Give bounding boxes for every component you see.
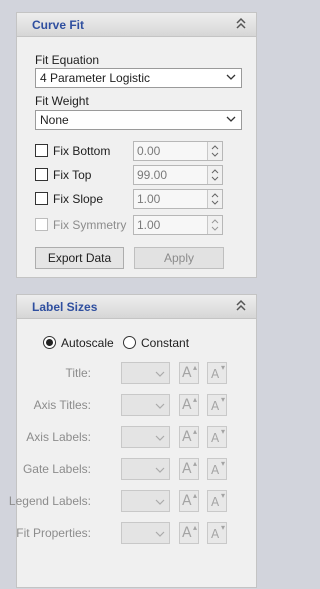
arrow-down-icon: ▾ bbox=[220, 491, 225, 500]
fix-top-label: Fix Top bbox=[53, 168, 92, 182]
font-increase-icon: A bbox=[182, 397, 192, 413]
constant-label: Constant bbox=[141, 336, 190, 350]
arrow-down-icon: ▾ bbox=[220, 459, 225, 468]
label-size-row-label: Title: bbox=[65, 366, 91, 380]
label-size-row-label: Legend Labels: bbox=[8, 494, 91, 508]
font-decrease-icon: A bbox=[211, 367, 220, 381]
font-increase-icon: A bbox=[182, 365, 192, 381]
label-sizes-panel: Label Sizes Autoscale Constant Title: A ▴ A… bbox=[9, 294, 257, 588]
export-data-button[interactable]: Export Data bbox=[35, 247, 124, 269]
increase-font-button[interactable]: A ▴ bbox=[179, 458, 199, 480]
curve-fit-panel: Curve Fit Fit Equation 4 Parameter Logis… bbox=[16, 12, 257, 278]
fix-slope-input[interactable]: 1.00 bbox=[133, 189, 223, 209]
arrow-up-icon: ▴ bbox=[192, 395, 197, 404]
chevron-down-icon bbox=[155, 467, 165, 473]
fix-bottom-label: Fix Bottom bbox=[53, 144, 111, 158]
arrow-down-icon: ▾ bbox=[220, 363, 225, 372]
chevron-down-icon bbox=[226, 116, 236, 122]
label-size-combo[interactable] bbox=[121, 522, 170, 544]
font-decrease-icon: A bbox=[211, 431, 220, 445]
chevron-down-icon bbox=[155, 499, 165, 505]
apply-button[interactable]: Apply bbox=[134, 247, 224, 269]
label-size-combo[interactable] bbox=[121, 426, 170, 448]
fit-equation-label: Fit Equation bbox=[35, 53, 100, 67]
font-decrease-icon: A bbox=[211, 495, 220, 509]
decrease-font-button[interactable]: A ▾ bbox=[207, 362, 227, 384]
decrease-font-button[interactable]: A ▾ bbox=[207, 522, 227, 544]
chevron-down-icon bbox=[155, 403, 165, 409]
label-sizes-title: Label Sizes bbox=[32, 300, 98, 314]
arrow-up-icon: ▴ bbox=[192, 491, 197, 500]
fix-top-input[interactable]: 99.00 bbox=[133, 165, 223, 185]
fit-equation-select[interactable]: 4 Parameter Logistic bbox=[35, 68, 242, 88]
label-size-row-label: Axis Titles: bbox=[33, 398, 91, 412]
fix-slope-label: Fix Slope bbox=[53, 192, 104, 206]
label-size-combo[interactable] bbox=[121, 490, 170, 512]
decrease-font-button[interactable]: A ▾ bbox=[207, 394, 227, 416]
fix-top-checkbox[interactable] bbox=[35, 168, 48, 181]
label-size-combo[interactable] bbox=[121, 394, 170, 416]
collapse-icon[interactable] bbox=[235, 299, 247, 313]
fit-weight-select[interactable]: None bbox=[35, 110, 242, 130]
decrease-font-button[interactable]: A ▾ bbox=[207, 490, 227, 512]
increase-font-button[interactable]: A ▴ bbox=[179, 490, 199, 512]
label-size-combo[interactable] bbox=[121, 458, 170, 480]
chevron-down-icon bbox=[226, 74, 236, 80]
font-decrease-icon: A bbox=[211, 527, 220, 541]
label-size-row-label: Gate Labels: bbox=[22, 462, 91, 476]
fix-bottom-input[interactable]: 0.00 bbox=[133, 141, 223, 161]
font-increase-icon: A bbox=[182, 461, 192, 477]
font-increase-icon: A bbox=[182, 525, 192, 541]
increase-font-button[interactable]: A ▴ bbox=[179, 426, 199, 448]
curve-fit-title: Curve Fit bbox=[32, 18, 85, 32]
fix-symmetry-input[interactable]: 1.00 bbox=[133, 215, 223, 235]
font-increase-icon: A bbox=[182, 493, 192, 509]
constant-radio[interactable] bbox=[123, 336, 136, 349]
spin-buttons[interactable] bbox=[207, 190, 222, 208]
fix-symmetry-label: Fix Symmetry bbox=[53, 218, 127, 232]
increase-font-button[interactable]: A ▴ bbox=[179, 362, 199, 384]
curve-fit-header[interactable]: Curve Fit bbox=[17, 13, 256, 37]
increase-font-button[interactable]: A ▴ bbox=[179, 522, 199, 544]
arrow-down-icon: ▾ bbox=[220, 427, 225, 436]
chevron-down-icon bbox=[155, 531, 165, 537]
fix-slope-checkbox[interactable] bbox=[35, 192, 48, 205]
chevron-down-icon bbox=[155, 371, 165, 377]
label-size-row-label: Fit Properties: bbox=[16, 526, 91, 540]
fix-bottom-checkbox[interactable] bbox=[35, 144, 48, 157]
fix-symmetry-checkbox[interactable] bbox=[35, 218, 48, 231]
autoscale-radio[interactable] bbox=[43, 336, 56, 349]
fit-weight-label: Fit Weight bbox=[35, 94, 89, 108]
chevron-down-icon bbox=[155, 435, 165, 441]
label-size-row-label: Axis Labels: bbox=[26, 430, 91, 444]
arrow-up-icon: ▴ bbox=[192, 459, 197, 468]
spin-buttons[interactable] bbox=[207, 142, 222, 160]
collapse-icon[interactable] bbox=[235, 17, 247, 31]
arrow-down-icon: ▾ bbox=[220, 395, 225, 404]
decrease-font-button[interactable]: A ▾ bbox=[207, 458, 227, 480]
font-decrease-icon: A bbox=[211, 463, 220, 477]
label-size-combo[interactable] bbox=[121, 362, 170, 384]
increase-font-button[interactable]: A ▴ bbox=[179, 394, 199, 416]
arrow-down-icon: ▾ bbox=[220, 523, 225, 532]
arrow-up-icon: ▴ bbox=[192, 523, 197, 532]
font-increase-icon: A bbox=[182, 429, 192, 445]
decrease-font-button[interactable]: A ▾ bbox=[207, 426, 227, 448]
autoscale-label: Autoscale bbox=[61, 336, 114, 350]
label-sizes-header[interactable]: Label Sizes bbox=[17, 295, 256, 319]
font-decrease-icon: A bbox=[211, 399, 220, 413]
arrow-up-icon: ▴ bbox=[192, 363, 197, 372]
arrow-up-icon: ▴ bbox=[192, 427, 197, 436]
spin-buttons[interactable] bbox=[207, 166, 222, 184]
spin-buttons[interactable] bbox=[207, 216, 222, 234]
